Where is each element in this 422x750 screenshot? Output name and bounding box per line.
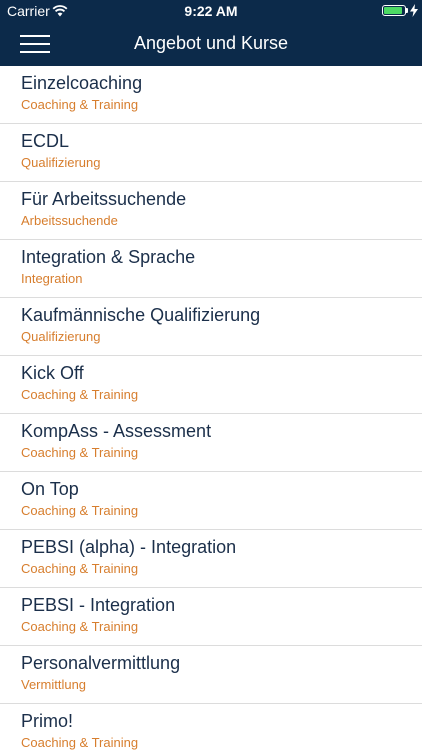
course-title: Einzelcoaching xyxy=(21,73,143,93)
page-title: Angebot und Kurse xyxy=(133,33,289,53)
battery-icon xyxy=(382,5,406,16)
course-title: Kaufmännische Qualifizierung xyxy=(21,305,261,325)
bolt-icon xyxy=(410,4,418,17)
course-title: KompAss - Assessment xyxy=(21,421,212,441)
course-category: Vermittlung xyxy=(21,677,87,692)
course-list-item[interactable]: Für Arbeitssuchende Arbeitssuchende xyxy=(0,182,422,240)
course-category: Coaching & Training xyxy=(21,619,139,634)
clock: 9:22 AM xyxy=(184,3,238,19)
status-bar: Carrier 9:22 AM xyxy=(0,0,422,22)
course-category: Qualifizierung xyxy=(21,329,101,344)
course-title: Personalvermittlung xyxy=(21,653,181,673)
course-list[interactable]: Einzelcoaching Coaching & Training ECDL Qua… xyxy=(0,66,422,750)
course-list-item[interactable]: ECDL Qualifizierung xyxy=(0,124,422,182)
course-category: Coaching & Training xyxy=(21,387,139,402)
course-category: Coaching & Training xyxy=(21,735,139,750)
course-list-item[interactable]: On Top Coaching & Training xyxy=(0,472,422,530)
course-title: Kick Off xyxy=(21,363,84,383)
navigation-bar: Angebot und Kurse xyxy=(0,22,422,66)
course-title: ECDL xyxy=(21,131,70,151)
battery-level xyxy=(384,7,402,14)
course-title: Für Arbeitssuchende xyxy=(21,189,187,209)
course-list-item[interactable]: Kaufmännische Qualifizierung Qualifizieru… xyxy=(0,298,422,356)
course-category: Coaching & Training xyxy=(21,503,139,518)
course-title: PEBSI (alpha) - Integration xyxy=(21,537,237,557)
course-list-item[interactable]: Einzelcoaching Coaching & Training xyxy=(0,66,422,124)
course-category: Coaching & Training xyxy=(21,97,139,112)
course-list-item[interactable]: KompAss - Assessment Coaching & Training xyxy=(0,414,422,472)
course-title: PEBSI - Integration xyxy=(21,595,176,615)
course-list-item[interactable]: PEBSI (alpha) - Integration Coaching & Tr… xyxy=(0,530,422,588)
course-title: Integration & Sprache xyxy=(21,247,196,267)
course-title: On Top xyxy=(21,479,79,499)
course-category: Arbeitssuchende xyxy=(21,213,118,228)
course-list-item[interactable]: Personalvermittlung Vermittlung xyxy=(0,646,422,704)
battery-cap xyxy=(406,8,408,13)
course-category: Integration xyxy=(21,271,83,286)
course-category: Coaching & Training xyxy=(21,561,139,576)
course-list-item[interactable]: PEBSI - Integration Coaching & Training xyxy=(0,588,422,646)
top-bar: Carrier 9:22 AM Angebot und Kurse xyxy=(0,0,422,66)
course-category: Coaching & Training xyxy=(21,445,139,460)
course-title: Primo! xyxy=(21,711,74,731)
course-list-item[interactable]: Integration & Sprache Integration xyxy=(0,240,422,298)
course-list-item[interactable]: Primo! Coaching & Training xyxy=(0,704,422,750)
course-list-item[interactable]: Kick Off Coaching & Training xyxy=(0,356,422,414)
course-category: Qualifizierung xyxy=(21,155,101,170)
